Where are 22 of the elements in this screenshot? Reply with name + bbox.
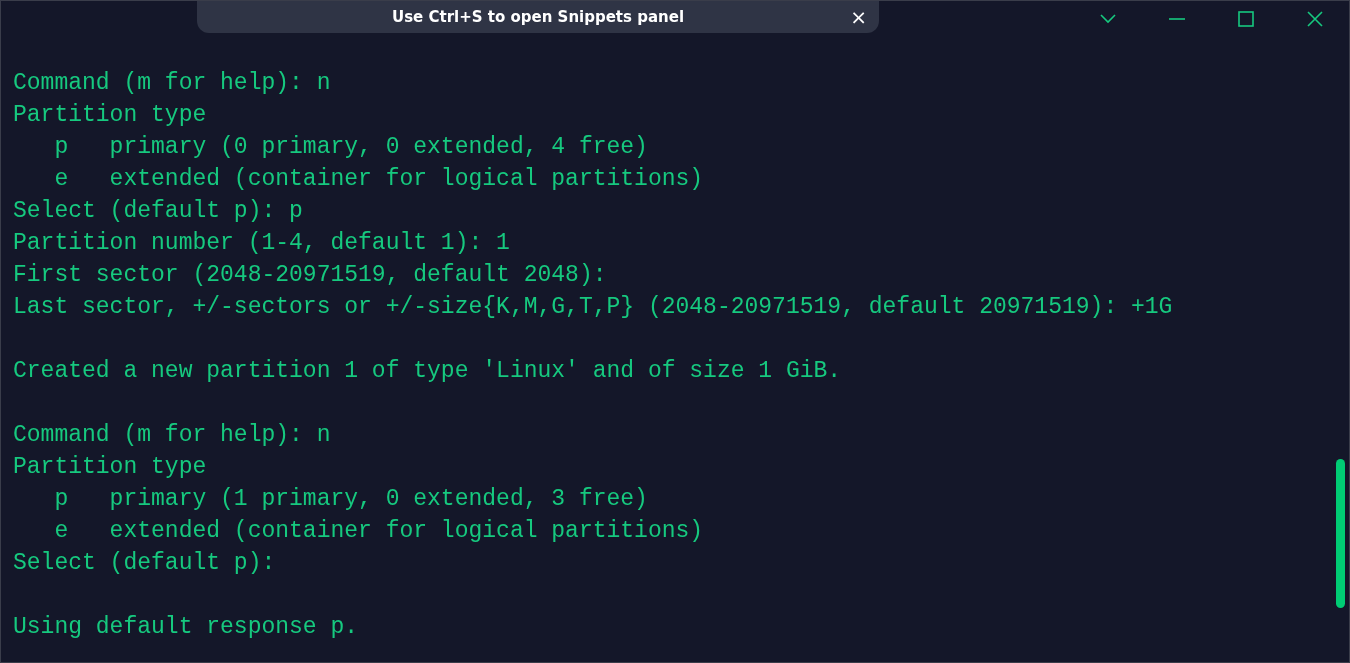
terminal-line: p primary (1 primary, 0 extended, 3 free): [53, 485, 649, 514]
terminal-line: Partition number (1-4, default 1): 1: [13, 229, 511, 258]
terminal-line: Partition type: [13, 453, 208, 482]
terminal-line: Command (m for help): n: [13, 69, 332, 98]
maximize-icon: [1237, 11, 1254, 27]
terminal-line: Command (m for help): n: [13, 421, 332, 450]
terminal-line: e extended (container for logical partitions): [53, 517, 705, 546]
terminal-line: Created a new partition 1 of type 'Linux' and of size 1 GiB.: [13, 357, 843, 386]
terminal-line: Partition type: [13, 101, 208, 130]
terminal-line: Using default response p.: [13, 613, 360, 642]
terminal-line: e extended (container for logical partitions): [53, 165, 705, 194]
terminal-line: First sector (2048-20971519, default 2048):: [13, 261, 608, 290]
scrollbar-thumb[interactable]: [1336, 459, 1345, 608]
terminal-line: Select (default p):: [13, 549, 277, 578]
chevron-down-icon: [1099, 14, 1116, 24]
close-button[interactable]: ×: [850, 6, 867, 28]
terminal-line: Last sector, +/-sectors or +/-size{K,M,G,T,P} (2048-20971519, default 20971519): +1G: [13, 293, 1173, 322]
close-icon: [1306, 11, 1323, 27]
banner-text: Use Ctrl+S to open Snippets panel: [391, 8, 685, 26]
terminal-line: Select (default p): p: [13, 197, 304, 226]
terminal-line: p primary (0 primary, 0 extended, 4 free): [53, 133, 649, 162]
minimize-icon: [1168, 18, 1185, 20]
